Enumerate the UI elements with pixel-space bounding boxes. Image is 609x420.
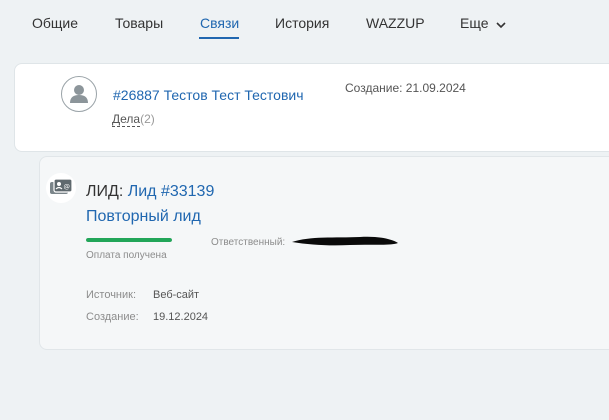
- lead-created-label: Создание:: [86, 311, 139, 323]
- deals-count: (2): [140, 112, 155, 126]
- svg-text:@: @: [64, 183, 71, 191]
- user-avatar-icon: [61, 76, 97, 112]
- lead-source-value: Веб-сайт: [153, 289, 200, 301]
- lead-responsible: Ответственный:: [211, 237, 285, 248]
- tab-products[interactable]: Товары: [115, 15, 163, 31]
- active-tab-indicator: [199, 37, 239, 39]
- tab-more[interactable]: Еще: [460, 15, 506, 32]
- lead-stage: Оплата получена: [86, 250, 167, 261]
- tab-general[interactable]: Общие: [32, 15, 78, 31]
- lead-title: ЛИД: Лид #33139: [86, 183, 214, 201]
- tab-history[interactable]: История: [275, 15, 329, 31]
- contact-link[interactable]: #26887 Тестов Тест Тестович: [113, 87, 304, 103]
- lead-source-label: Источник:: [86, 289, 137, 301]
- lead-repeat-link[interactable]: Повторный лид: [86, 208, 201, 226]
- contact-deals-link[interactable]: Дела(2): [112, 112, 155, 127]
- tab-wazzup[interactable]: WAZZUP: [366, 15, 425, 31]
- lead-progress-fill: [86, 238, 172, 242]
- contact-created: Создание: 21.09.2024: [345, 81, 466, 95]
- contact-card: #26887 Тестов Тест Тестович Дела(2) Созд…: [14, 63, 609, 152]
- lead-prefix: ЛИД:: [86, 183, 124, 200]
- lead-created-value: 19.12.2024: [153, 311, 209, 323]
- tab-bar: Общие Товары Связи История WAZZUP Еще: [0, 0, 609, 56]
- tab-relations[interactable]: Связи: [200, 15, 239, 31]
- lead-link[interactable]: Лид #33139: [128, 183, 215, 200]
- redacted-responsible-name: [292, 236, 398, 246]
- tab-more-label: Еще: [460, 15, 489, 31]
- lead-card-icon: @: [46, 173, 76, 203]
- lead-card: @ ЛИД: Лид #33139 Повторный лид Оплата п…: [39, 156, 609, 350]
- responsible-label: Ответственный:: [211, 237, 286, 248]
- lead-progress-bar: [86, 238, 172, 242]
- deals-label: Дела: [112, 112, 141, 127]
- chevron-down-icon: [496, 16, 506, 32]
